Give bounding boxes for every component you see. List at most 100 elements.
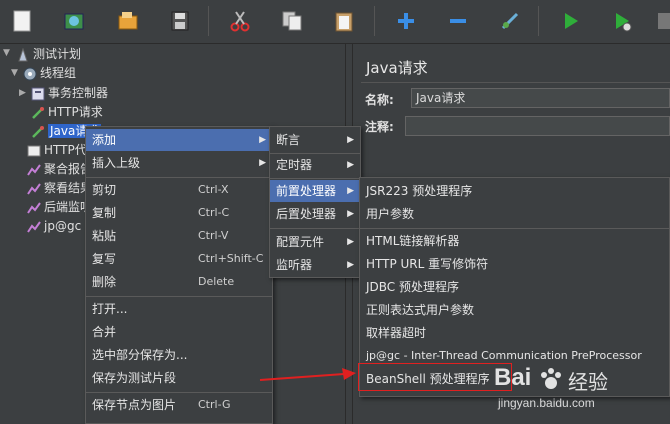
submenu-item-listeners[interactable]: 监听器 ▶ [270,254,360,276]
submenu-arrow-icon: ▶ [347,260,354,270]
listener-icon [27,220,41,233]
preprocessor-jsr223[interactable]: JSR223 预处理程序 [360,180,669,202]
preprocessor-regex-user-parameters[interactable]: 正则表达式用户参数 [360,299,669,321]
watermark-brand: Bai [494,364,532,391]
toggle-button[interactable] [492,4,528,38]
toolbar [0,0,670,44]
collapse-icon [450,19,466,23]
listener-icon [27,163,41,176]
submenu-arrow-icon: ▶ [347,209,354,219]
paste-button[interactable] [326,4,362,38]
preprocessor-sample-timeout[interactable]: 取样器超时 [360,322,669,344]
submenu-arrow-icon: ▶ [347,186,354,196]
baidu-watermark: Bai 经验 jingyan.baidu.com [492,360,662,420]
menu-separator [86,392,272,393]
tree-item-view-results[interactable]: 察看结果 [27,179,92,197]
expand-all-button[interactable] [388,4,424,38]
start-icon [565,13,578,29]
templates-button[interactable] [56,4,92,38]
annotation-arrow-icon [259,368,356,381]
context-menu: 添加 ▶ 插入上级 ▶ 剪切 Ctrl-X 复制 Ctrl-C 粘贴 Ctrl-V 复写 C… [85,126,273,424]
tree-item-test-plan[interactable]: 测试计划 [16,45,81,63]
menu-item-save-node-as-image[interactable]: 保存节点为图片 Ctrl-G [86,394,272,416]
new-file-button[interactable] [4,4,40,38]
submenu-item-timers[interactable]: 定时器 ▶ [270,154,360,176]
listener-icon [27,182,41,195]
start-no-pause-button[interactable] [604,4,640,38]
paste-icon [335,12,353,32]
submenu-arrow-icon: ▶ [259,135,266,145]
tree-item-aggregate-report[interactable]: 聚合报告 [27,160,92,178]
preprocessor-jdbc[interactable]: JDBC 预处理程序 [360,276,669,298]
menu-separator [86,296,272,297]
collapse-arrow-icon[interactable]: ▼ [3,48,13,58]
thread-group-icon [23,67,37,80]
open-button[interactable] [110,4,146,38]
cut-button[interactable] [222,4,258,38]
menu-item-delete[interactable]: 删除 Delete [86,271,272,293]
toggle-icon [501,12,519,30]
submenu-item-preprocessors[interactable]: 前置处理器 ▶ [270,180,360,202]
menu-item-add[interactable]: 添加 ▶ [86,129,272,151]
open-folder-icon [118,12,138,30]
tree-item-http-proxy[interactable]: HTTP代 [27,141,87,159]
collapse-arrow-icon[interactable]: ▼ [11,68,21,78]
watermark-brand-cn: 经验 [568,370,608,394]
sampler-icon [32,125,44,138]
tree-item-thread-group[interactable]: 线程组 [23,64,76,82]
copy-icon [282,11,302,31]
panel-title: Java请求 [366,59,428,77]
menu-separator [86,177,272,178]
submenu-item-assertions[interactable]: 断言 ▶ [270,129,360,151]
menu-item-insert-parent[interactable]: 插入上级 ▶ [86,152,272,174]
tree-item-jpgc-listener[interactable]: jp@gc - [27,217,89,235]
save-icon [171,11,189,31]
tree-item-backend-listener[interactable]: 后端监听 [27,198,92,216]
tree-item-http-request[interactable]: HTTP请求 [31,103,103,121]
toolbar-separator [208,6,209,36]
menu-separator [270,178,360,179]
menu-item-merge[interactable]: 合并 [86,321,272,343]
menu-item-open[interactable]: 打开... [86,298,272,320]
menu-item-copy[interactable]: 复制 Ctrl-C [86,202,272,224]
tree-item-transaction-controller[interactable]: 事务控制器 [31,84,108,102]
menu-item-cut[interactable]: 剪切 Ctrl-X [86,179,272,201]
stop-button[interactable] [648,4,670,38]
start-button[interactable] [552,4,588,38]
name-input[interactable]: Java请求 [411,88,670,108]
comment-label: 注释: [365,120,394,134]
preprocessor-html-link-parser[interactable]: HTML链接解析器 [360,230,669,252]
templates-icon [64,13,84,30]
preprocessor-http-url-rewriting[interactable]: HTTP URL 重写修饰符 [360,253,669,275]
listener-icon [27,201,41,214]
name-label: 名称: [365,93,394,107]
menu-item-paste[interactable]: 粘贴 Ctrl-V [86,225,272,247]
comment-input[interactable] [405,116,670,136]
new-file-icon [13,10,31,32]
cut-icon [230,11,250,32]
submenu-arrow-icon: ▶ [259,158,266,168]
expand-arrow-icon[interactable]: ▶ [19,88,29,98]
menu-item-save-as-test-fragment[interactable]: 保存为测试片段 [86,367,272,389]
toolbar-separator [374,6,375,36]
config-icon [27,145,41,156]
submenu-arrow-icon: ▶ [347,160,354,170]
menu-item-duplicate[interactable]: 复写 Ctrl+Shift-C [86,248,272,270]
paw-icon [541,368,561,389]
submenu-item-config-elements[interactable]: 配置元件 ▶ [270,231,360,253]
menu-separator [270,228,360,229]
submenu-item-postprocessors[interactable]: 后置处理器 ▶ [270,203,360,225]
controller-icon [31,87,45,100]
save-button[interactable] [162,4,198,38]
copy-button[interactable] [274,4,310,38]
submenu-arrow-icon: ▶ [347,237,354,247]
menu-item-save-selection-as[interactable]: 选中部分保存为... [86,344,272,366]
start-no-pause-icon [616,13,632,32]
sampler-icon [32,106,44,119]
test-plan-icon [18,47,28,61]
preprocessor-user-parameters[interactable]: 用户参数 [360,203,669,225]
submenu-arrow-icon: ▶ [347,135,354,145]
annotation-highlight-box [358,363,512,391]
collapse-all-button[interactable] [440,4,476,38]
menu-separator [360,228,669,229]
